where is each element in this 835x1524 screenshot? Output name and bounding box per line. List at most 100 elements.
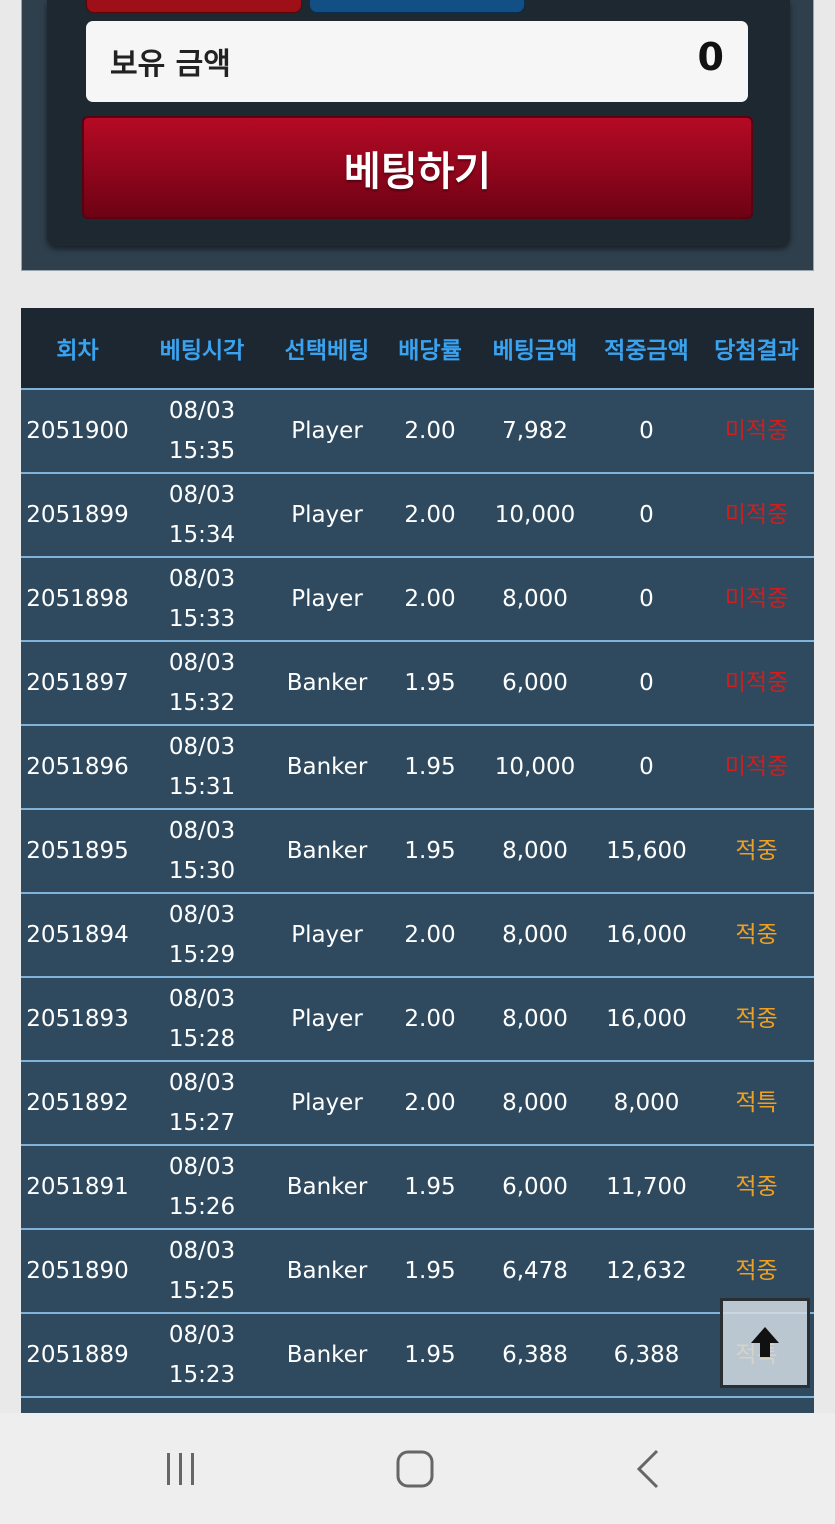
cell-bet-date: 08/03 — [168, 398, 236, 424]
cell-result: 미적중 — [724, 418, 789, 444]
cell-odds: 2.00 — [404, 586, 456, 612]
cell-odds: 2.00 — [404, 1090, 456, 1116]
cell-pick: Player — [291, 418, 363, 444]
cell-bet-time: 08/03 15:33 — [134, 558, 270, 640]
cell-odds: 1.95 — [404, 1342, 456, 1368]
back-button[interactable] — [614, 1441, 684, 1497]
cell-bet-clock: 15:26 — [168, 1194, 236, 1220]
cell-bet-clock: 15:28 — [168, 1026, 236, 1052]
home-icon — [396, 1450, 434, 1488]
cell-bet-time: 08/03 15:32 — [134, 642, 270, 724]
cell-result — [699, 1398, 814, 1413]
cell-win-amount: 0 — [639, 418, 654, 444]
cell-bet-date: 08/03 — [168, 566, 236, 592]
cell-result: 적중 — [735, 1174, 778, 1200]
recent-apps-icon — [167, 1453, 194, 1485]
cell-bet-time: 08/03 15:30 — [134, 810, 270, 892]
cell-result: 적중 — [735, 922, 778, 948]
cell-bet-amount: 6,388 — [502, 1342, 568, 1368]
cell-pick — [270, 1398, 384, 1413]
cell-bet-clock: 15:35 — [168, 438, 236, 464]
cell-round: 2051897 — [26, 670, 129, 696]
table-row: 2051898 08/03 15:33 Player 2.00 8,000 0 미적중 — [21, 558, 814, 642]
cell-bet-time: 08/03 15:25 — [134, 1230, 270, 1312]
banker-choice-button[interactable] — [309, 0, 525, 13]
cell-pick: Player — [291, 1090, 363, 1116]
recent-apps-button[interactable] — [146, 1441, 216, 1497]
cell-odds: 1.95 — [404, 1258, 456, 1284]
cell-odds: 2.00 — [404, 1006, 456, 1032]
table-row: 205188908/0315:23Banker1.956,3886,388적특 — [21, 1314, 814, 1398]
cell-result: 미적중 — [724, 586, 789, 612]
cell-bet-date: 08/03 — [168, 482, 236, 508]
cell-pick: Banker — [286, 754, 368, 780]
cell-pick: Player — [291, 586, 363, 612]
cell-pick: Banker — [286, 838, 368, 864]
cell-result: 적중 — [735, 1006, 778, 1032]
header-bet-time: 베팅시각 — [159, 338, 245, 364]
cell-bet-clock: 15:23 — [168, 1362, 236, 1388]
cell-bet-clock: 15:29 — [168, 942, 236, 968]
header-bet-amount: 베팅금액 — [492, 338, 578, 364]
cell-bet-amount: 8,000 — [502, 1006, 568, 1032]
cell-pick: Banker — [286, 1258, 368, 1284]
back-icon — [636, 1449, 659, 1489]
cell-bet-time: 08/03 15:29 — [134, 894, 270, 976]
cell-bet-time: 08/03 15:35 — [134, 390, 270, 472]
betting-card: 보유 금액 0 베팅하기 — [47, 0, 790, 246]
cell-round: 2051899 — [26, 502, 129, 528]
cell-bet-date: 08/03 — [168, 986, 236, 1012]
cell-bet-date: 08/03 — [168, 818, 236, 844]
scroll-top-button[interactable] — [720, 1298, 810, 1388]
cell-round: 2051895 — [26, 838, 129, 864]
cell-round: 2051891 — [26, 1174, 129, 1200]
header-odds: 배당률 — [398, 338, 462, 364]
bet-button[interactable]: 베팅하기 — [82, 116, 753, 219]
cell-pick: Banker — [286, 1342, 368, 1368]
betting-panel: 보유 금액 0 베팅하기 — [21, 0, 814, 271]
cell-round: 2051900 — [26, 418, 129, 444]
cell-bet-amount: 8,000 — [502, 922, 568, 948]
table-row: 2051896 08/03 15:31 Banker 1.95 10,000 0 미적중 — [21, 726, 814, 810]
cell-win-amount: 0 — [639, 586, 654, 612]
cell-round: 2051893 — [26, 1006, 129, 1032]
cell-pick: Player — [291, 502, 363, 528]
cell-bet-time: 08/03 15:27 — [134, 1062, 270, 1144]
cell-pick: Banker — [286, 1174, 368, 1200]
cell-win-amount: 0 — [639, 670, 654, 696]
cell-bet-amount: 6,000 — [502, 1174, 568, 1200]
balance-label: 보유 금액 — [110, 47, 231, 82]
cell-win-amount: 0 — [639, 502, 654, 528]
cell-win-amount — [594, 1398, 699, 1413]
cell-bet-clock: 15:34 — [168, 522, 236, 548]
cell-result: 미적중 — [724, 502, 789, 528]
cell-bet-clock: 15:27 — [168, 1110, 236, 1136]
cell-win-amount: 11,700 — [606, 1174, 687, 1200]
cell-bet-date: 08/03 — [168, 1154, 236, 1180]
cell-bet-amount: 8,000 — [502, 838, 568, 864]
cell-pick: Player — [291, 922, 363, 948]
header-round: 회차 — [56, 338, 99, 364]
cell-bet-time: 08/03 15:28 — [134, 978, 270, 1060]
cell-odds: 2.00 — [404, 502, 456, 528]
cell-result: 미적중 — [724, 754, 789, 780]
home-button[interactable] — [380, 1441, 450, 1497]
table-row: 2051891 08/03 15:26 Banker 1.95 6,000 11,700 적중 — [21, 1146, 814, 1230]
cell-round: 2051892 — [26, 1090, 129, 1116]
cell-win-amount: 16,000 — [606, 922, 687, 948]
cell-win-amount: 15,600 — [606, 838, 687, 864]
cell-bet-amount: 10,000 — [494, 502, 576, 528]
cell-round: 2051890 — [26, 1258, 129, 1284]
cell-win-amount: 12,632 — [606, 1258, 687, 1284]
player-choice-button[interactable] — [86, 0, 302, 13]
cell-bet-amount — [476, 1398, 594, 1413]
cell-odds: 1.95 — [404, 670, 456, 696]
cell-bet-date: 08/03 — [168, 1070, 236, 1096]
table-row: 08/03 — [21, 1398, 814, 1413]
header-win-amount: 적중금액 — [604, 338, 689, 364]
cell-odds — [384, 1398, 476, 1413]
header-result: 당첨결과 — [714, 338, 799, 364]
cell-bet-amount: 6,478 — [502, 1258, 568, 1284]
cell-bet-date: 08/03 — [168, 902, 236, 928]
table-row: 2051900 08/03 15:35 Player 2.00 7,982 0 미적중 — [21, 390, 814, 474]
